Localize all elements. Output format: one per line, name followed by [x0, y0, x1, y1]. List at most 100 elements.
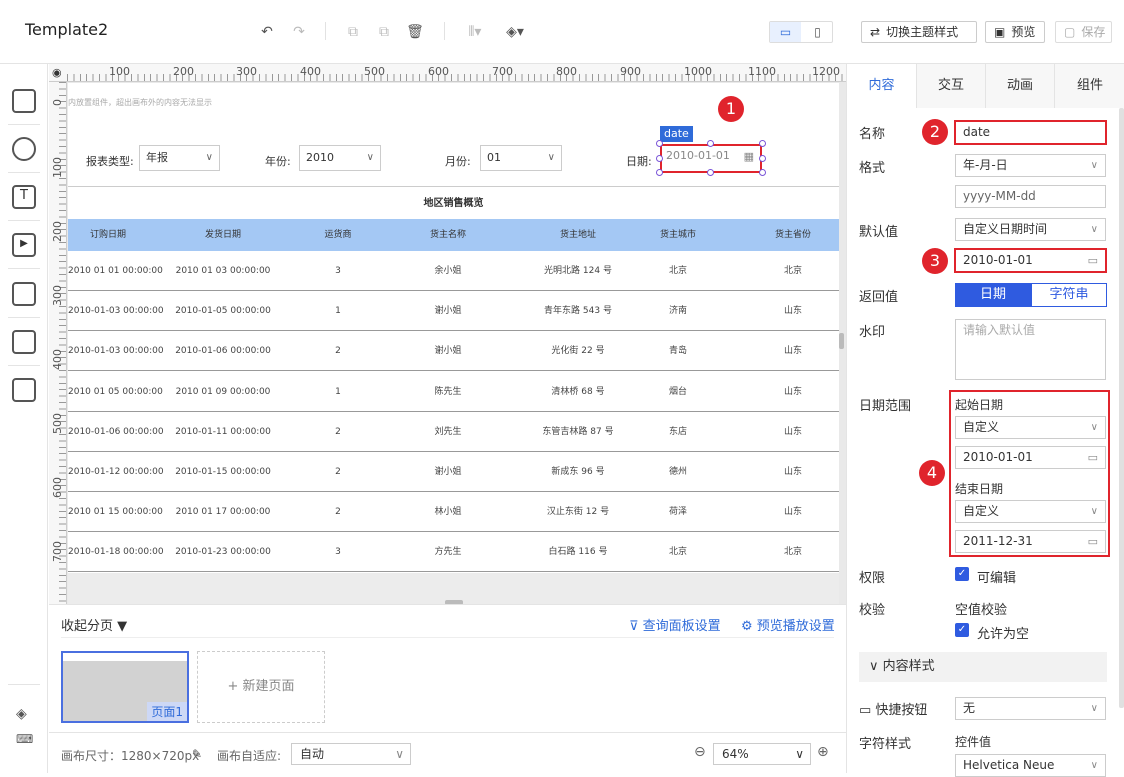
zoom-in-icon[interactable]: ⊕: [817, 744, 829, 760]
font-family-select[interactable]: Helvetica Neue ∨: [955, 754, 1106, 777]
table-title: 地区销售概览: [68, 186, 839, 219]
toolbar-divider: [444, 22, 445, 40]
end-date-input[interactable]: 2011-12-31 ▭: [955, 530, 1106, 553]
tab-component[interactable]: 组件: [1054, 64, 1124, 108]
chevron-down-icon: ∨: [1090, 703, 1098, 714]
align-icon[interactable]: ⫴▾: [462, 22, 488, 42]
default-date-input[interactable]: 2010-01-01 ▭: [954, 248, 1107, 273]
preview-play-settings-link[interactable]: ⚙ 预览播放设置: [741, 615, 835, 634]
delete-icon[interactable]: 🗑: [405, 22, 425, 42]
format-label: 格式: [859, 161, 886, 176]
cube-icon[interactable]: [12, 89, 36, 113]
text-icon[interactable]: T: [12, 185, 36, 209]
ruler-label: 400: [51, 349, 64, 370]
resize-handle[interactable]: [656, 155, 663, 162]
year-select[interactable]: 2010 ∨: [299, 145, 381, 171]
start-type-value: 自定义: [963, 420, 1000, 434]
query-panel-settings-link[interactable]: ⊽ 查询面板设置: [629, 615, 721, 634]
archive-icon[interactable]: [12, 378, 36, 402]
chevron-down-icon: ∨: [1090, 224, 1098, 235]
ruler-label: 100: [51, 157, 64, 178]
tab-content[interactable]: 内容: [847, 64, 916, 108]
resize-handle[interactable]: [759, 140, 766, 147]
desktop-icon[interactable]: ▭: [770, 22, 801, 42]
resize-handle[interactable]: [656, 140, 663, 147]
switch-theme-button[interactable]: ⇄ 切换主题样式: [861, 21, 977, 43]
table-cell: 荷泽: [668, 507, 687, 518]
eye-icon[interactable]: ◉: [52, 66, 62, 79]
canvas-vertical-scrollbar[interactable]: [839, 333, 844, 349]
default-type-select[interactable]: 自定义日期时间 ∨: [955, 218, 1106, 241]
resize-handle[interactable]: [707, 169, 714, 176]
ruler-label: 300: [236, 65, 257, 78]
start-date-input[interactable]: 2010-01-01 ▭: [955, 446, 1106, 469]
table-cell: 2010-01-23 00:00:00: [175, 547, 271, 558]
watermark-placeholder: 请输入默认值: [963, 323, 1036, 337]
keyboard-icon[interactable]: ⌨: [16, 732, 33, 746]
inbox-icon[interactable]: [12, 282, 36, 306]
name-input[interactable]: date: [954, 120, 1107, 145]
media-icon[interactable]: ▶: [12, 233, 36, 257]
table-cell: 济南: [668, 306, 687, 317]
collapse-pages-toggle[interactable]: 收起分页 ▼: [61, 615, 127, 634]
allow-empty-label: 允许为空: [977, 627, 1030, 642]
start-date-label: 起始日期: [955, 398, 1004, 412]
table-row: 2010-01-03 00:00:00 2010-01-05 00:00:00 1 谢…: [68, 291, 839, 332]
shortcut-select[interactable]: 无 ∨: [955, 697, 1106, 720]
resize-handle[interactable]: [707, 140, 714, 147]
edit-size-icon[interactable]: ✎: [192, 747, 202, 761]
table-cell: 1: [335, 306, 341, 317]
shortcut-label: ▭ 快捷按钮: [859, 699, 927, 718]
report-type-select[interactable]: 年报 ∨: [139, 145, 220, 171]
table-cell: 2010-01-11 00:00:00: [175, 426, 271, 437]
undo-icon[interactable]: ↶: [257, 22, 277, 42]
table-cell: 2: [335, 507, 341, 518]
ruler-label: 400: [300, 65, 321, 78]
ruler-label: 900: [620, 65, 641, 78]
save-button[interactable]: ▢ 保存: [1055, 21, 1112, 43]
zoom-select[interactable]: 64% ∨: [713, 743, 811, 765]
new-page-button[interactable]: + 新建页面: [197, 651, 325, 723]
resize-handle[interactable]: [759, 155, 766, 162]
table-cell: 3: [335, 266, 341, 276]
allow-empty-checkbox[interactable]: ✓: [955, 623, 969, 637]
table-cell: 白石路 116 号: [548, 547, 608, 558]
mobile-icon[interactable]: ▯: [802, 22, 833, 42]
page-thumbnail[interactable]: 页面1: [61, 651, 189, 723]
ruler-label: 500: [364, 65, 385, 78]
table-icon[interactable]: [12, 330, 36, 354]
start-type-select[interactable]: 自定义 ∨: [955, 416, 1106, 439]
table-row: 2010-01-18 00:00:00 2010-01-23 00:00:00 3 方…: [68, 532, 839, 573]
ruler-label: 600: [51, 477, 64, 498]
year-value: 2010: [306, 151, 334, 164]
save-icon: ▢: [1064, 25, 1076, 39]
layers-icon[interactable]: ◈: [16, 706, 27, 722]
resize-handle[interactable]: [656, 169, 663, 176]
preview-button[interactable]: ▣ 预览: [985, 21, 1045, 43]
resize-handle[interactable]: [759, 169, 766, 176]
panel-scrollbar[interactable]: [1119, 108, 1124, 708]
editable-checkbox[interactable]: ✓: [955, 567, 969, 581]
chevron-down-icon: ∨: [205, 152, 213, 163]
pie-chart-icon[interactable]: [12, 137, 36, 161]
canvas-size-text: 画布尺寸：1280×720px: [61, 749, 200, 763]
zoom-out-icon[interactable]: ⊖: [694, 744, 706, 760]
content-style-section[interactable]: ∨ 内容样式: [859, 652, 1107, 682]
tab-interaction[interactable]: 交互: [916, 64, 985, 108]
date-label: 日期:: [626, 155, 652, 168]
format-select[interactable]: 年-月-日 ∨: [955, 154, 1106, 177]
paste-icon[interactable]: ⧉: [374, 22, 394, 42]
watermark-input[interactable]: 请输入默认值: [955, 319, 1106, 380]
tab-animation[interactable]: 动画: [985, 64, 1054, 108]
return-string-option[interactable]: 字符串: [1031, 283, 1107, 307]
copy-icon[interactable]: ⧉: [343, 22, 363, 42]
end-type-select[interactable]: 自定义 ∨: [955, 500, 1106, 523]
redo-icon[interactable]: ↷: [289, 22, 309, 42]
canvas-adapt-select[interactable]: 自动 ∨: [291, 743, 411, 765]
sidebar-divider: [8, 684, 40, 685]
return-date-option[interactable]: 日期: [955, 283, 1031, 307]
table-cell: 山东: [783, 346, 802, 357]
format-pattern-input[interactable]: yyyy-MM-dd: [955, 185, 1106, 208]
layer-icon[interactable]: ◈▾: [503, 22, 527, 42]
month-select[interactable]: 01 ∨: [480, 145, 562, 171]
